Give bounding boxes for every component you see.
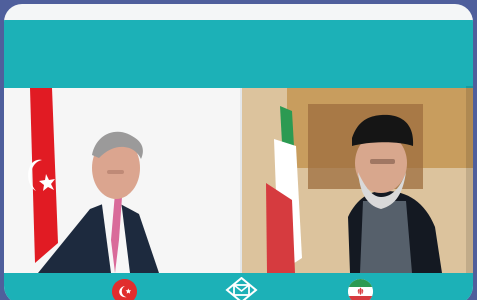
right-photo-illustration <box>242 88 473 273</box>
turkey-flag-icon-graphic <box>112 279 137 300</box>
mail-icon <box>225 276 258 300</box>
iran-flag-icon-graphic <box>348 279 373 300</box>
right-photo <box>242 88 473 273</box>
top-banner <box>4 20 473 88</box>
news-image-card <box>4 4 473 300</box>
left-photo <box>4 88 242 273</box>
turkey-flag-icon <box>112 279 137 300</box>
left-photo-illustration <box>4 88 242 273</box>
bottom-bar <box>4 273 473 300</box>
iran-flag-icon <box>348 279 373 300</box>
mail-icon-graphic <box>225 276 258 300</box>
right-edge-shadow <box>466 86 473 276</box>
page <box>0 0 477 300</box>
